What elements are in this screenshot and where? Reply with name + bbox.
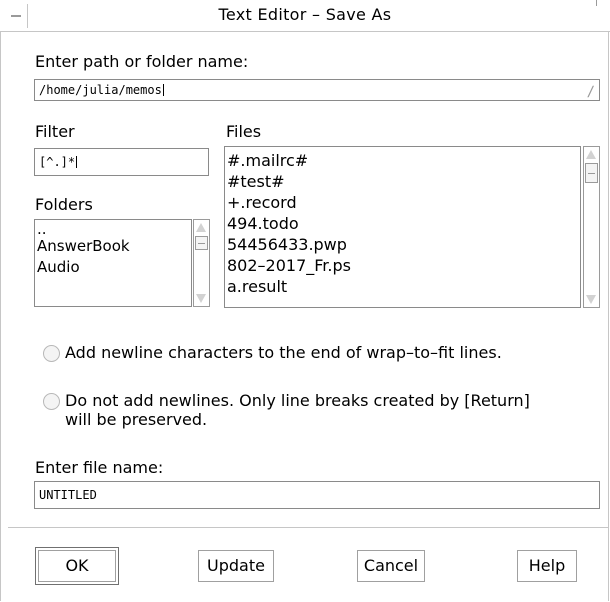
path-input-value: /home/julia/memos (39, 83, 162, 97)
no-newlines-radio[interactable] (43, 393, 60, 410)
scroll-up-arrow-icon[interactable] (194, 220, 209, 234)
file-name-label: Enter file name: (35, 458, 164, 477)
filter-input-value: [^.]* (39, 155, 76, 169)
folder-item[interactable]: Audio (35, 257, 191, 278)
scroll-thumb[interactable] (195, 236, 208, 250)
path-label: Enter path or folder name: (35, 52, 249, 71)
files-label: Files (226, 122, 262, 141)
path-dropdown-icon[interactable]: ∕ (587, 84, 595, 100)
file-item[interactable]: +.record (225, 192, 580, 213)
cancel-button[interactable]: Cancel (357, 550, 425, 582)
file-item[interactable]: 54456433.pwp (225, 234, 580, 255)
file-item[interactable]: 802–2017_Fr.ps (225, 255, 580, 276)
title-bar[interactable]: Text Editor – Save As (0, 0, 610, 32)
path-input[interactable]: /home/julia/memos ∕ (34, 79, 600, 101)
ok-button[interactable]: OK (35, 547, 119, 585)
help-button[interactable]: Help (517, 550, 577, 582)
folder-item[interactable]: .. (35, 222, 191, 237)
files-list[interactable]: #.mailrc# #test# +.record 494.todo 54456… (224, 146, 581, 308)
add-newlines-radio[interactable] (43, 345, 60, 362)
file-name-input-value: UNTITLED (39, 488, 97, 502)
file-item[interactable]: a.result (225, 276, 580, 297)
folders-label: Folders (35, 195, 93, 214)
divider (8, 527, 609, 528)
scroll-thumb[interactable] (585, 163, 598, 183)
file-name-input[interactable]: UNTITLED (34, 481, 600, 509)
file-item[interactable]: 494.todo (225, 213, 580, 234)
file-item[interactable]: #test# (225, 171, 580, 192)
filter-label: Filter (35, 122, 75, 141)
scroll-down-arrow-icon[interactable] (584, 293, 599, 307)
folder-item[interactable]: AnswerBook (35, 236, 191, 257)
no-newlines-label-line2[interactable]: will be preserved. (65, 410, 207, 429)
update-button[interactable]: Update (198, 550, 274, 582)
text-caret (76, 156, 78, 168)
scroll-up-arrow-icon[interactable] (584, 147, 599, 161)
scroll-down-arrow-icon[interactable] (194, 292, 209, 306)
folders-list[interactable]: .. AnswerBook Audio (34, 219, 192, 307)
add-newlines-label[interactable]: Add newline characters to the end of wra… (65, 343, 502, 362)
filter-input[interactable]: [^.]* (34, 148, 209, 176)
file-item[interactable]: #.mailrc# (225, 150, 580, 171)
window-title: Text Editor – Save As (218, 5, 392, 24)
no-newlines-label-line1[interactable]: Do not add newlines. Only line breaks cr… (65, 391, 530, 410)
files-scrollbar[interactable] (583, 146, 600, 308)
text-caret (162, 84, 164, 96)
folders-scrollbar[interactable] (193, 219, 210, 307)
resize-corner-icon (596, 0, 597, 6)
